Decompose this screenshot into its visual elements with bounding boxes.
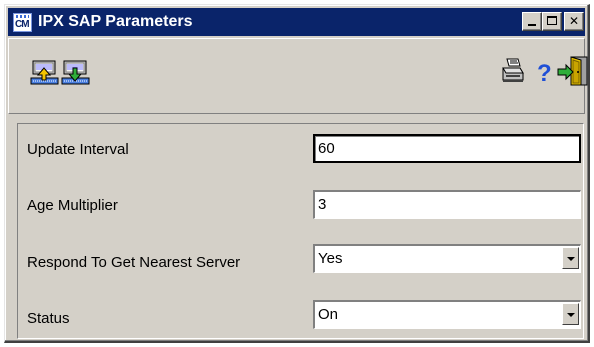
chevron-down-icon [567,313,575,317]
status-select[interactable]: On [313,300,581,329]
app-icon-bars [16,15,29,18]
print-icon [502,58,524,82]
window-title: IPX SAP Parameters [38,13,193,30]
svg-text:?: ? [537,60,552,86]
respond-nearest-server-select[interactable]: Yes [313,244,581,273]
exit-button[interactable] [556,54,588,86]
toolbar: ? [8,38,588,114]
title-bar[interactable]: CM IPX SAP Parameters ✕ [8,8,585,36]
age-multiplier-input[interactable]: 3 [313,190,581,219]
close-icon: ✕ [568,14,580,28]
app-icon: CM [13,13,32,32]
status-dropdown-button[interactable] [562,303,579,325]
app-icon-label: CM [15,19,30,30]
ipx-sap-parameters-window: CM IPX SAP Parameters ✕ ? Update Interva… [4,4,590,343]
download-icon [61,60,90,85]
download-button[interactable] [61,59,91,89]
help-button[interactable]: ? [528,56,558,87]
respond-nearest-server-dropdown-button[interactable] [562,247,579,269]
status-value: On [318,306,339,323]
maximize-icon [547,16,557,25]
chevron-down-icon [567,257,575,261]
respond-nearest-server-label: Respond To Get Nearest Server [27,254,241,271]
respond-nearest-server-value: Yes [318,250,343,267]
upload-icon [30,60,59,85]
minimize-icon [528,24,536,26]
status-label: Status [27,310,70,327]
parameters-form: Update Interval 60 Age Multiplier 3 Resp… [17,123,584,339]
minimize-button[interactable] [522,12,542,31]
close-button[interactable]: ✕ [564,12,584,31]
update-interval-label: Update Interval [27,141,129,158]
help-icon: ? [537,60,552,87]
maximize-button[interactable] [542,12,562,31]
print-button[interactable] [498,56,528,86]
update-interval-input[interactable]: 60 [313,134,581,163]
age-multiplier-label: Age Multiplier [27,197,118,214]
upload-button[interactable] [30,59,60,89]
exit-icon [557,56,588,86]
